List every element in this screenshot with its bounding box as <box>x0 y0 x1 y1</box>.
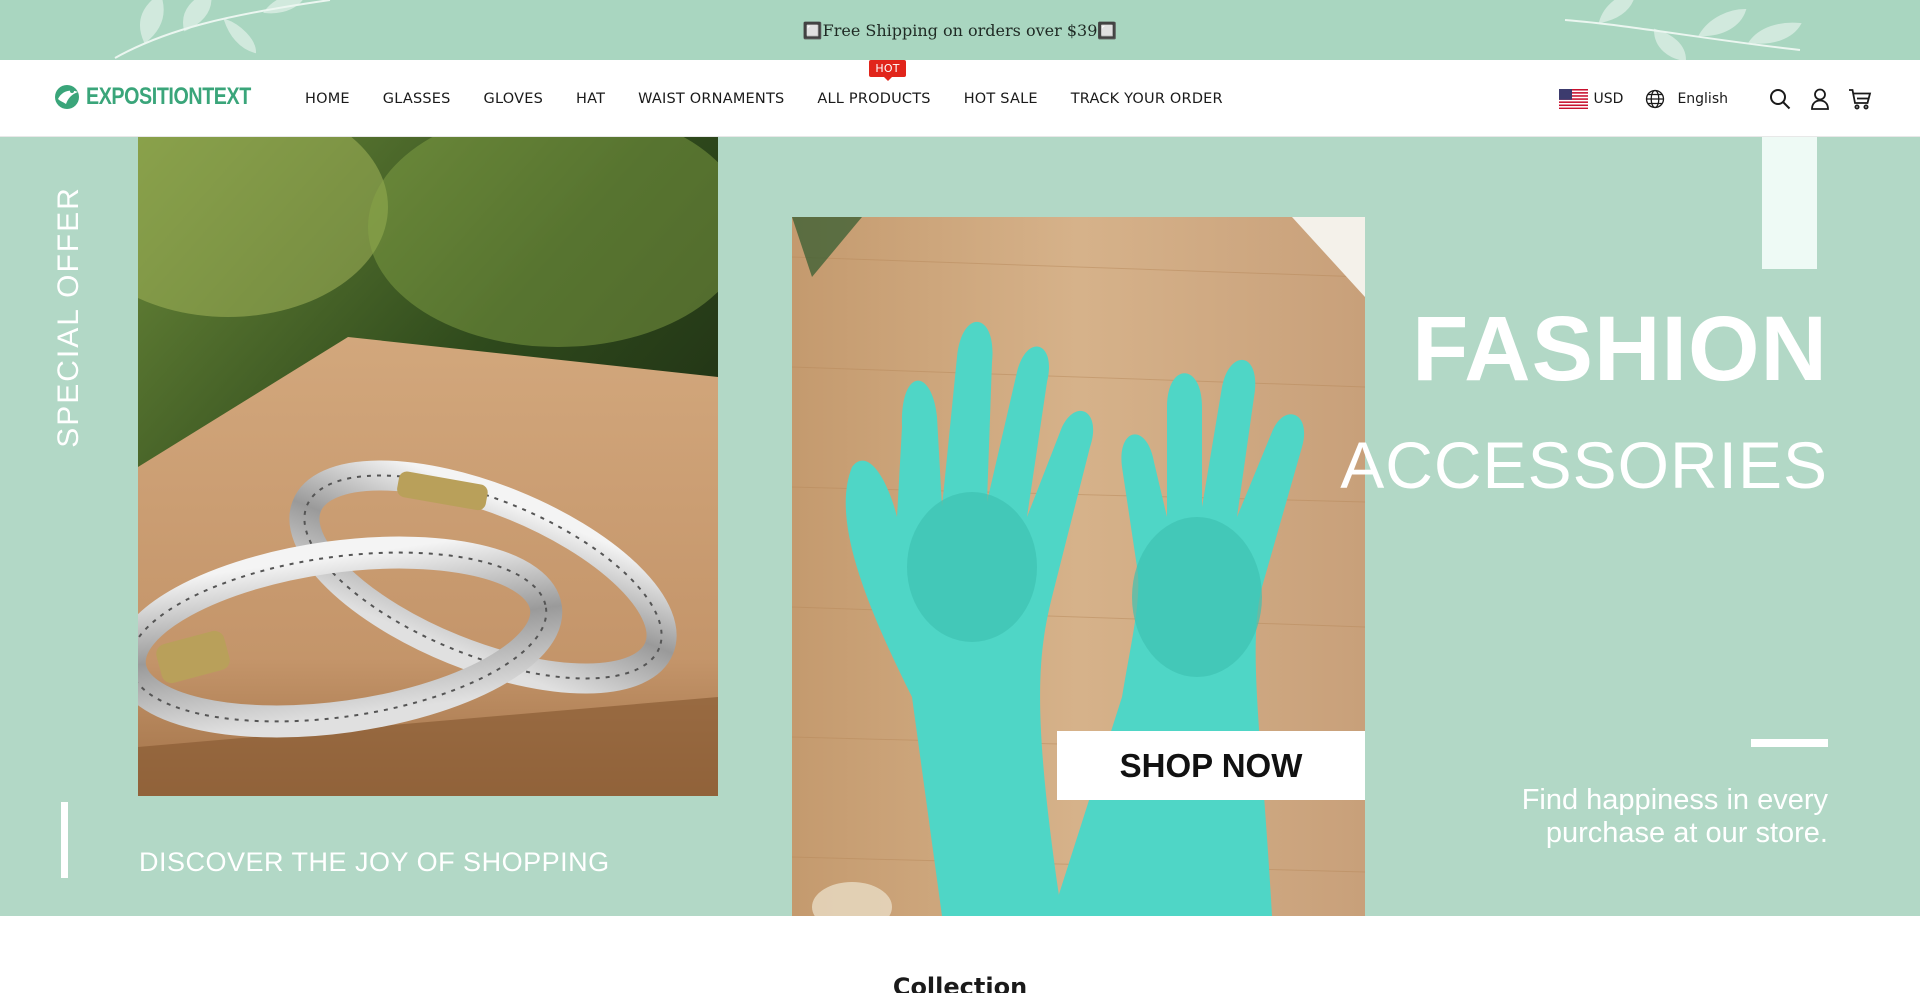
nav-label: WAIST ORNAMENTS <box>638 90 785 107</box>
cart-icon <box>1849 88 1872 109</box>
currency-selector[interactable]: USD <box>1558 88 1624 109</box>
hot-badge: HOT <box>869 59 906 81</box>
brand-logo[interactable]: EXPOSITIONTEXT <box>52 82 287 112</box>
header-tools: USD English <box>1558 60 1872 137</box>
bracelets-photo <box>138 137 718 796</box>
nav-item-all-products[interactable]: HOT ALL PRODUCTS <box>817 59 931 107</box>
nav-label: TRACK YOUR ORDER <box>1070 90 1223 107</box>
collection-heading: Collection <box>892 973 1028 993</box>
decorative-rect <box>1762 137 1817 269</box>
us-flag-icon <box>1558 88 1588 109</box>
nav-item-hat[interactable]: HAT <box>576 91 605 107</box>
search-button[interactable] <box>1768 87 1792 111</box>
globe-icon <box>1646 89 1665 108</box>
currency-label: USD <box>1593 90 1624 107</box>
logo-mark-icon <box>55 85 79 109</box>
shop-now-button[interactable]: SHOP NOW <box>1057 731 1365 800</box>
language-selector[interactable]: English <box>1645 89 1728 109</box>
cart-button[interactable] <box>1848 87 1872 111</box>
nav-label: HOME <box>305 90 350 107</box>
nav-item-gloves[interactable]: GLOVES <box>484 91 543 107</box>
hero-banner[interactable]: SPECIAL OFFER DISCOVER THE JOY OF SHOPPI… <box>0 137 1920 916</box>
nav-label: GLOVES <box>483 90 543 107</box>
search-icon <box>1770 88 1791 109</box>
nav-label: HOT SALE <box>963 90 1038 107</box>
announcement-bar: 🔲Free Shipping on orders over $39🔲 <box>0 0 1920 60</box>
nav-label: GLASSES <box>382 90 451 107</box>
account-button[interactable] <box>1808 87 1832 111</box>
brand-name: EXPOSITIONTEXT <box>86 83 251 110</box>
special-offer-label: SPECIAL OFFER <box>52 186 86 448</box>
nav-item-glasses[interactable]: GLASSES <box>383 91 451 107</box>
leaf-decoration-left <box>114 0 331 59</box>
nav-label: HAT <box>576 90 606 107</box>
nav-label: ALL PRODUCTS <box>817 90 931 107</box>
nav-item-track-order[interactable]: TRACK YOUR ORDER <box>1071 91 1223 107</box>
main-nav: HOME GLASSES GLOVES HAT WAIST ORNAMENTS … <box>305 59 1256 137</box>
announcement-text: 🔲Free Shipping on orders over $39🔲 <box>802 20 1118 40</box>
nav-item-home[interactable]: HOME <box>305 91 350 107</box>
hero-subheadline: ACCESSORIES <box>1340 428 1828 502</box>
decorative-line <box>1751 739 1828 747</box>
gloves-photo <box>792 217 1365 916</box>
account-icon <box>1811 88 1829 110</box>
discover-text: DISCOVER THE JOY OF SHOPPING <box>139 847 610 877</box>
nav-item-hot-sale[interactable]: HOT SALE <box>964 91 1038 107</box>
decorative-bar <box>61 802 68 878</box>
site-header: EXPOSITIONTEXT HOME GLASSES GLOVES HAT W… <box>0 59 1920 137</box>
nav-item-waist-ornaments[interactable]: WAIST ORNAMENTS <box>638 91 784 107</box>
language-label: English <box>1677 90 1728 107</box>
hero-headline: FASHION <box>1412 298 1828 400</box>
hero-tagline: Find happiness in every purchase at our … <box>1521 784 1828 849</box>
leaf-decoration-right <box>1564 0 1802 60</box>
